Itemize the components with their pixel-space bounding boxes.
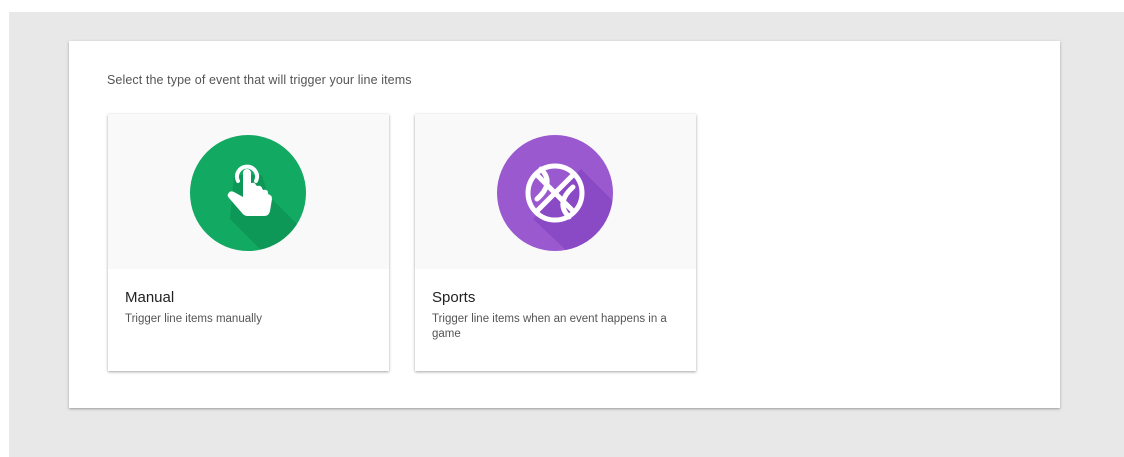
card-description: Trigger line items when an event happens… xyxy=(432,313,667,340)
card-description: Trigger line items manually xyxy=(125,313,262,325)
event-type-panel: Select the type of event that will trigg… xyxy=(69,41,1060,408)
card-media xyxy=(415,114,696,269)
basketball-icon xyxy=(497,135,613,251)
card-title: Sports xyxy=(432,289,476,306)
panel-prompt: Select the type of event that will trigg… xyxy=(107,73,412,87)
event-type-card-manual[interactable]: Manual Trigger line items manually xyxy=(108,114,389,371)
hand-tap-icon xyxy=(190,135,306,251)
event-type-card-sports[interactable]: Sports Trigger line items when an event … xyxy=(415,114,696,371)
card-media xyxy=(108,114,389,269)
card-title: Manual xyxy=(125,289,175,306)
